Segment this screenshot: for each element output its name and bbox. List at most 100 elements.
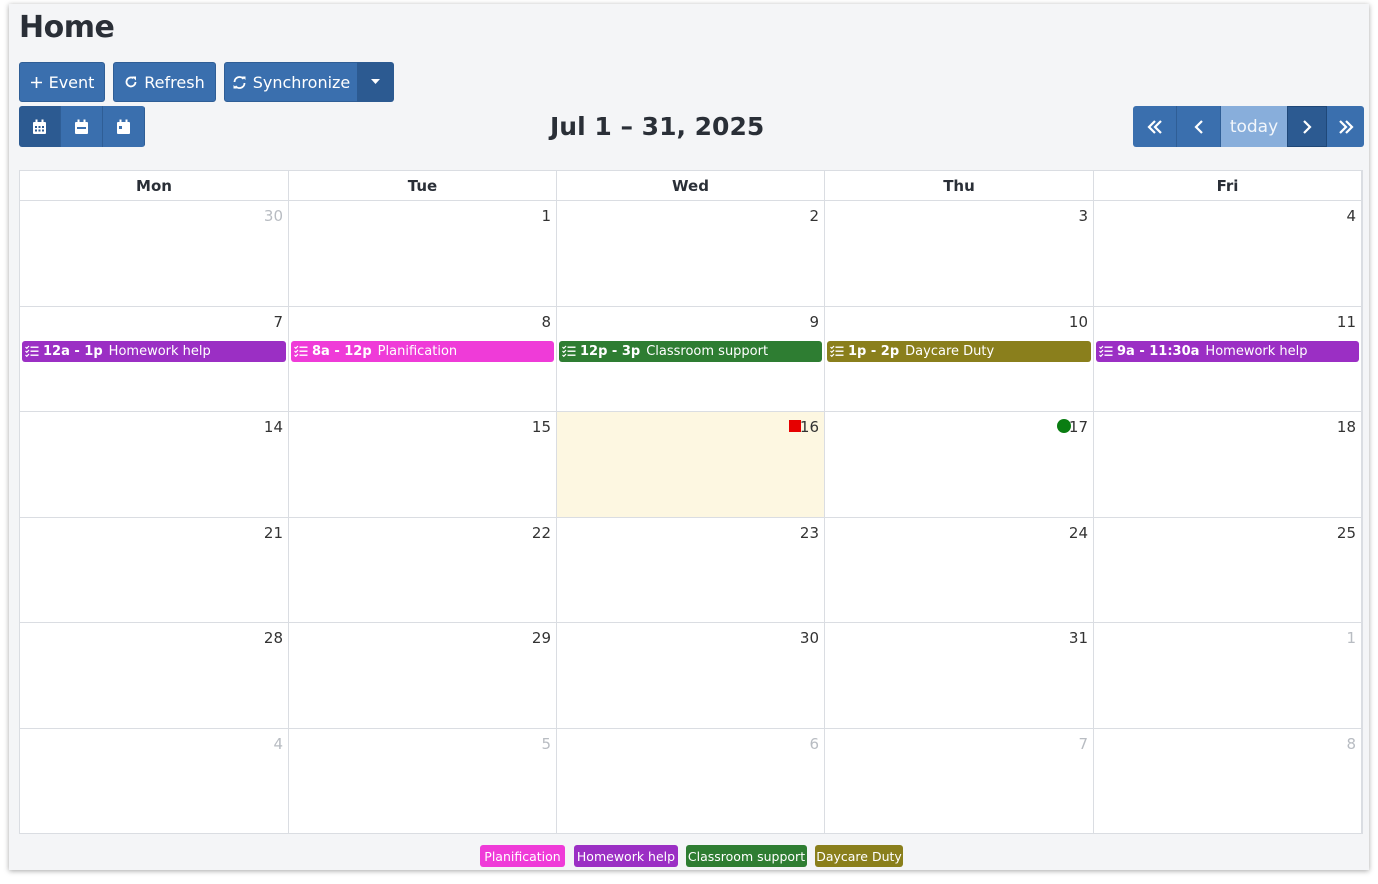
day-cell[interactable]: 30 — [557, 623, 825, 729]
synchronize-dropdown-button[interactable] — [357, 62, 394, 102]
calendar-event[interactable]: 9a - 11:30a Homework help — [1096, 340, 1359, 362]
synchronize-label: Synchronize — [252, 72, 351, 92]
day-cell[interactable]: 25 — [1094, 517, 1362, 623]
day-number[interactable]: 3 — [1078, 207, 1088, 225]
add-event-button[interactable]: Event — [19, 62, 105, 102]
task-list-icon — [830, 345, 844, 357]
day-cell[interactable]: 7 12a - 1p Homework help — [20, 306, 289, 412]
day-number[interactable]: 17 — [1069, 418, 1088, 436]
day-number[interactable]: 25 — [1337, 524, 1356, 542]
day-cell[interactable]: 4 — [20, 728, 289, 834]
day-cell[interactable]: 4 — [1094, 201, 1362, 307]
day-cell[interactable]: 5 — [289, 728, 557, 834]
day-cell[interactable]: 18 — [1094, 412, 1362, 518]
day-number[interactable]: 10 — [1069, 313, 1088, 331]
day-number[interactable]: 11 — [1337, 313, 1356, 331]
day-number[interactable]: 1 — [1346, 629, 1356, 647]
day-cell[interactable]: 7 — [825, 728, 1094, 834]
synchronize-button[interactable]: Synchronize — [224, 62, 358, 102]
day-number[interactable]: 2 — [809, 207, 819, 225]
day-number[interactable]: 14 — [264, 418, 283, 436]
day-view-button[interactable] — [103, 106, 145, 147]
day-number[interactable]: 7 — [273, 313, 283, 331]
month-view-button[interactable] — [19, 106, 61, 147]
day-cell[interactable]: 8 8a - 12p Planification — [289, 306, 557, 412]
prev-month-button[interactable] — [1177, 106, 1221, 147]
day-number[interactable]: 23 — [800, 524, 819, 542]
day-number[interactable]: 1 — [541, 207, 551, 225]
event-time: 9a - 11:30a — [1117, 343, 1200, 359]
day-cell[interactable]: 2 — [557, 201, 825, 307]
day-number[interactable]: 16 — [800, 418, 819, 436]
day-number[interactable]: 18 — [1337, 418, 1356, 436]
chevron-right-icon — [1303, 119, 1312, 134]
calendar-event[interactable]: 12a - 1p Homework help — [22, 340, 286, 362]
day-cell[interactable]: 31 — [825, 623, 1094, 729]
week-view-button[interactable] — [61, 106, 103, 147]
day-cell[interactable]: 14 — [20, 412, 289, 518]
day-number[interactable]: 29 — [532, 629, 551, 647]
day-number[interactable]: 28 — [264, 629, 283, 647]
day-cell[interactable]: 15 — [289, 412, 557, 518]
day-number[interactable]: 4 — [273, 735, 283, 753]
red-square-marker-icon — [789, 420, 801, 432]
day-number[interactable]: 24 — [1069, 524, 1088, 542]
calendar-event[interactable]: 8a - 12p Planification — [291, 340, 554, 362]
task-list-icon — [1099, 345, 1113, 357]
day-cell[interactable]: 23 — [557, 517, 825, 623]
day-cell[interactable]: 10 1p - 2p Daycare Duty — [825, 306, 1094, 412]
page-title: Home — [19, 10, 115, 45]
day-cell[interactable]: 9 12p - 3p Classroom support — [557, 306, 825, 412]
prev-year-button[interactable] — [1133, 106, 1177, 147]
calendar-event[interactable]: 1p - 2p Daycare Duty — [827, 340, 1091, 362]
day-number[interactable]: 6 — [809, 735, 819, 753]
day-number[interactable]: 5 — [541, 735, 551, 753]
event-title: Classroom support — [646, 343, 769, 359]
weekday-header: Wed — [557, 171, 825, 201]
next-year-button[interactable] — [1327, 106, 1364, 147]
day-number[interactable]: 9 — [809, 313, 819, 331]
day-number[interactable]: 22 — [532, 524, 551, 542]
calendar-day-icon — [117, 119, 130, 134]
event-time: 12a - 1p — [43, 343, 103, 359]
day-number[interactable]: 21 — [264, 524, 283, 542]
calendar-event[interactable]: 12p - 3p Classroom support — [559, 340, 822, 362]
double-chevron-left-icon — [1146, 119, 1162, 134]
date-range-title: Jul 1 – 31, 2025 — [550, 112, 765, 141]
day-number[interactable]: 30 — [800, 629, 819, 647]
day-cell[interactable]: 3 — [825, 201, 1094, 307]
day-cell[interactable]: 21 — [20, 517, 289, 623]
legend-badge: Homework help — [574, 845, 678, 867]
event-title: Daycare Duty — [905, 343, 995, 359]
event-title: Planification — [377, 343, 458, 359]
day-number[interactable]: 15 — [532, 418, 551, 436]
task-list-icon — [562, 345, 576, 357]
day-cell[interactable]: 16 — [557, 412, 825, 518]
day-cell[interactable]: 11 9a - 11:30a Homework help — [1094, 306, 1362, 412]
day-number[interactable]: 4 — [1346, 207, 1356, 225]
date-navigation: today — [1133, 106, 1364, 147]
day-cell[interactable]: 6 — [557, 728, 825, 834]
app-window: Home Event Refresh Synchronize Jul 1 – 3… — [9, 4, 1369, 870]
day-cell[interactable]: 1 — [1094, 623, 1362, 729]
day-number[interactable]: 30 — [264, 207, 283, 225]
day-cell[interactable]: 29 — [289, 623, 557, 729]
day-number[interactable]: 7 — [1078, 735, 1088, 753]
day-cell[interactable]: 28 — [20, 623, 289, 729]
plus-icon — [30, 76, 42, 88]
day-number[interactable]: 8 — [1346, 735, 1356, 753]
day-cell[interactable]: 1 — [289, 201, 557, 307]
refresh-button[interactable]: Refresh — [113, 62, 216, 102]
legend-badge: Daycare Duty — [815, 845, 903, 867]
today-button[interactable]: today — [1221, 106, 1287, 147]
day-cell[interactable]: 17 — [825, 412, 1094, 518]
event-title: Homework help — [108, 343, 211, 359]
day-cell[interactable]: 8 — [1094, 728, 1362, 834]
day-number[interactable]: 8 — [541, 313, 551, 331]
caret-down-icon — [371, 79, 380, 84]
day-cell[interactable]: 30 — [20, 201, 289, 307]
day-number[interactable]: 31 — [1069, 629, 1088, 647]
day-cell[interactable]: 22 — [289, 517, 557, 623]
next-month-button[interactable] — [1287, 106, 1327, 147]
day-cell[interactable]: 24 — [825, 517, 1094, 623]
